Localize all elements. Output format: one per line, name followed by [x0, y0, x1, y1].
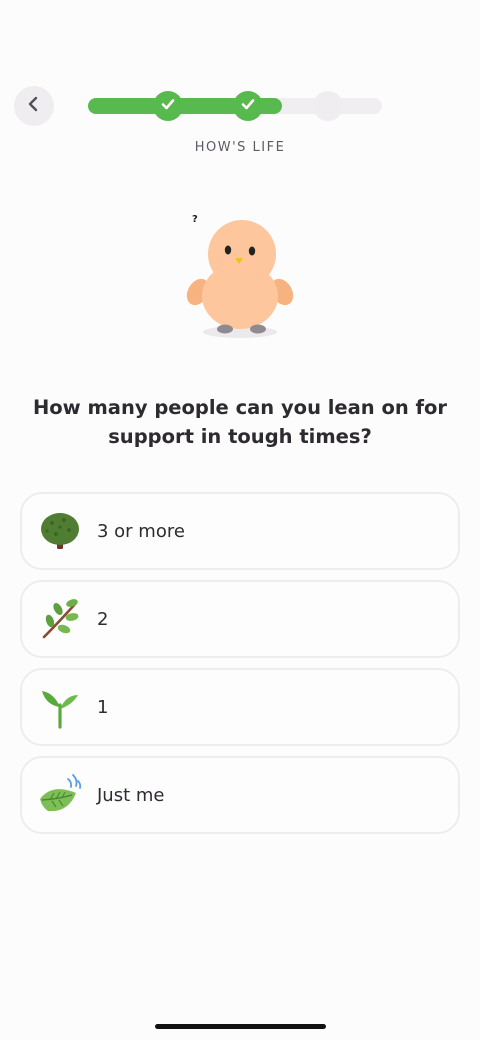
step-1-complete [153, 91, 183, 121]
check-icon [240, 96, 256, 116]
chevron-left-icon [26, 96, 42, 116]
answer-options: 3 or more 2 1 Just me [20, 492, 460, 844]
leafy-branch-icon [38, 597, 82, 641]
option-label: 3 or more [97, 520, 185, 542]
question-text: How many people can you lean on for supp… [32, 396, 448, 448]
option-1[interactable]: 1 [20, 668, 460, 746]
option-label: 2 [97, 608, 109, 630]
option-3-or-more[interactable]: 3 or more [20, 492, 460, 570]
seedling-icon [38, 685, 82, 729]
option-label: 1 [97, 696, 109, 718]
leaf-in-wind-icon [38, 773, 82, 817]
progress-bar [88, 91, 382, 121]
step-2-complete [233, 91, 263, 121]
section-label: HOW'S LIFE [194, 140, 286, 155]
bird-mascot-icon: ? [186, 208, 296, 343]
check-icon [160, 96, 176, 116]
option-just-me[interactable]: Just me [20, 756, 460, 834]
question-mark: ? [192, 214, 198, 225]
tree-icon [38, 509, 82, 553]
back-button[interactable] [14, 86, 54, 126]
option-label: Just me [97, 784, 165, 806]
step-3-pending [313, 91, 343, 121]
option-2[interactable]: 2 [20, 580, 460, 658]
home-indicator [155, 1024, 326, 1029]
